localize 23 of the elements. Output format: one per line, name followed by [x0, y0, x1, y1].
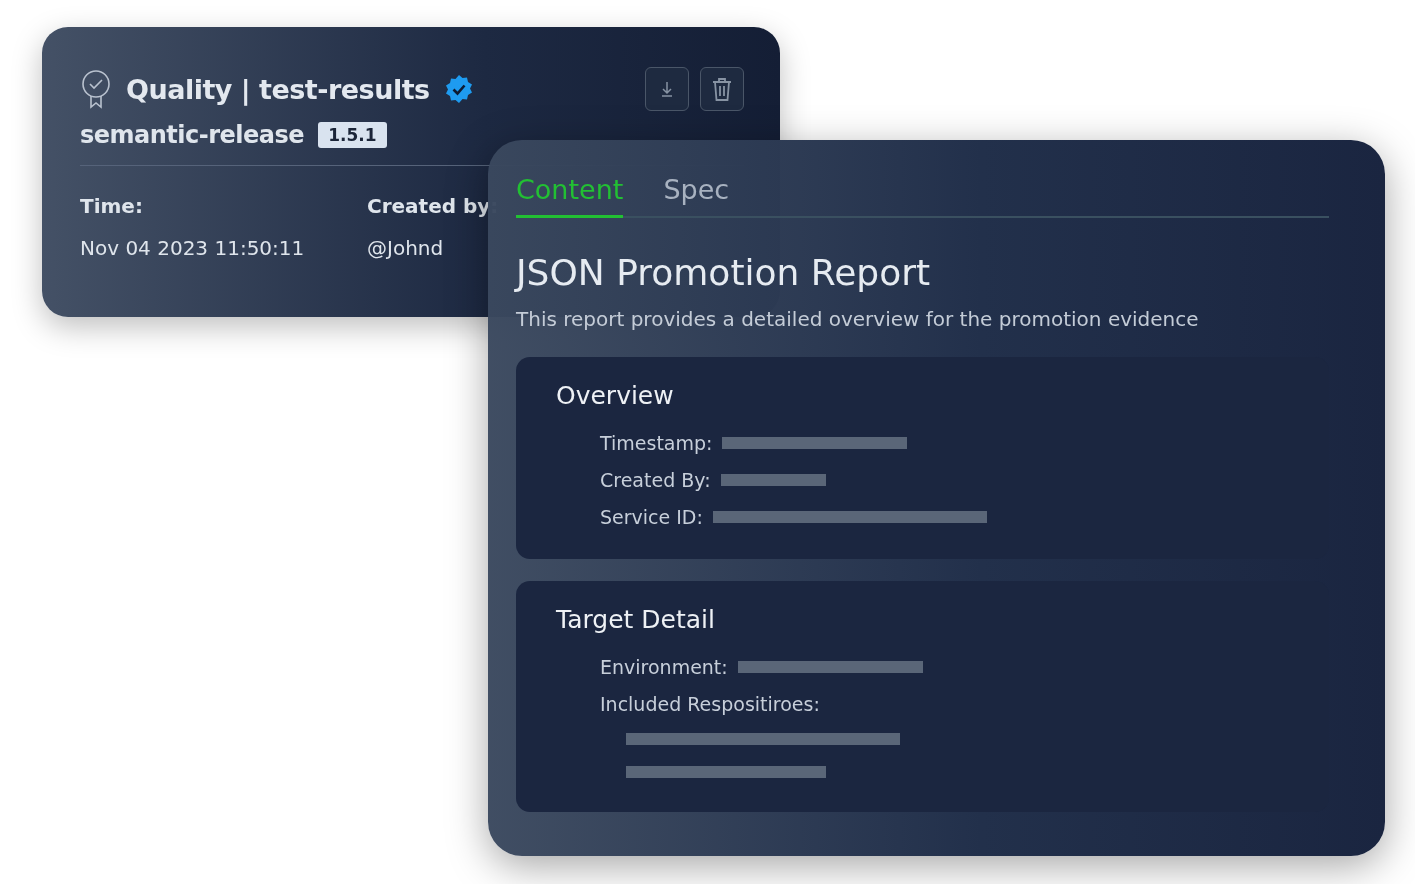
- tab[interactable]: Content: [516, 174, 624, 218]
- field-label: Service ID:: [600, 505, 703, 528]
- version-tag: 1.5.1: [318, 122, 387, 148]
- field-label: Environment:: [600, 655, 728, 678]
- download-button[interactable]: [645, 67, 689, 111]
- field-value: Nov 04 2023 11:50:11: [80, 236, 305, 260]
- trash-icon: [711, 76, 733, 102]
- award-ribbon-icon: [80, 69, 112, 109]
- report-title: JSON Promotion Report: [516, 252, 932, 293]
- section-title: Overview: [556, 381, 675, 410]
- report-description: This report provides a detailed overview for the promotion evidence: [516, 307, 1200, 331]
- download-icon: [659, 80, 675, 98]
- field-label: Time:: [80, 194, 143, 218]
- field-label: Timestamp:: [600, 431, 713, 454]
- tab[interactable]: Spec: [663, 174, 730, 218]
- field-label: Included Respositiroes:: [600, 692, 820, 715]
- package-name: semantic-release: [80, 121, 305, 149]
- card-title: Quality | test-results: [126, 73, 430, 105]
- delete-button[interactable]: [700, 67, 744, 111]
- field-label: Created By:: [600, 468, 711, 491]
- field-value: @Johnd: [367, 236, 444, 260]
- section-title: Target Detail: [556, 605, 716, 634]
- field-label: Created by:: [367, 194, 499, 218]
